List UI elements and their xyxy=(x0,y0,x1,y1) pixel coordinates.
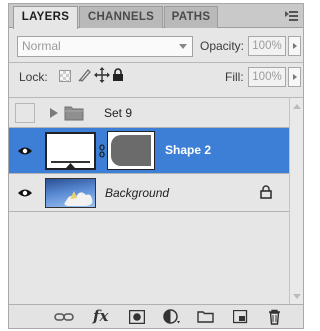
lock-transparency-icon[interactable] xyxy=(59,70,71,82)
delete-layer-icon[interactable] xyxy=(268,309,281,328)
eye-icon[interactable] xyxy=(17,145,33,160)
tab-layers[interactable]: LAYERS xyxy=(13,6,78,29)
fx-icon[interactable]: fx xyxy=(93,307,108,325)
layers-scrollbar[interactable] xyxy=(289,98,303,304)
vector-mask-thumbnail[interactable] xyxy=(107,131,155,170)
expand-triangle-icon[interactable] xyxy=(50,108,58,121)
layers-toolbar: fx xyxy=(9,304,303,328)
add-mask-icon[interactable] xyxy=(128,309,146,327)
blend-mode-select[interactable]: Normal xyxy=(17,36,193,57)
visibility-toggle[interactable] xyxy=(15,103,35,123)
background-thumbnail xyxy=(45,178,96,208)
layer-row-shape-2[interactable]: Shape 2 xyxy=(9,128,289,174)
lock-position-icon[interactable] xyxy=(94,67,110,86)
panel-menu-icon[interactable] xyxy=(285,9,299,23)
lock-icon xyxy=(260,185,272,202)
layer-row-background[interactable]: Background xyxy=(9,174,289,212)
lock-label: Lock: xyxy=(19,70,48,84)
chevron-down-icon xyxy=(179,44,187,49)
new-group-icon[interactable] xyxy=(197,310,214,326)
tab-bar: LAYERS CHANNELS PATHS xyxy=(9,4,303,29)
scroll-down-icon[interactable] xyxy=(293,294,301,299)
layer-name: Background xyxy=(105,186,170,200)
link-layers-icon[interactable] xyxy=(54,312,74,325)
lock-all-icon[interactable] xyxy=(112,68,124,85)
fill-label: Fill: xyxy=(225,70,244,84)
blend-mode-value: Normal xyxy=(22,39,61,53)
link-icon[interactable] xyxy=(99,144,105,161)
layers-list: Set 9 Shape 2 Background xyxy=(9,98,289,304)
eye-icon[interactable] xyxy=(17,187,33,202)
layers-panel: LAYERS CHANNELS PATHS Normal Opacity: 10… xyxy=(8,3,304,329)
layer-name: Shape 2 xyxy=(165,143,212,157)
lock-pixels-icon[interactable] xyxy=(77,67,93,86)
tab-paths[interactable]: PATHS xyxy=(164,6,218,28)
opacity-label: Opacity: xyxy=(200,39,245,53)
fill-field[interactable]: 100% xyxy=(248,67,286,87)
divider xyxy=(9,62,303,63)
new-layer-icon[interactable] xyxy=(232,309,248,327)
layer-name: Set 9 xyxy=(104,106,133,120)
scroll-up-icon[interactable] xyxy=(293,104,301,109)
opacity-field[interactable]: 100% xyxy=(248,36,286,56)
layer-thumbnail xyxy=(45,132,96,170)
fill-slider-button[interactable] xyxy=(288,67,301,87)
folder-icon xyxy=(64,105,84,124)
opacity-slider-button[interactable] xyxy=(288,36,301,56)
adjustment-layer-icon[interactable] xyxy=(163,309,181,328)
tab-channels[interactable]: CHANNELS xyxy=(79,6,163,28)
layer-row-set-9[interactable]: Set 9 xyxy=(9,98,289,128)
